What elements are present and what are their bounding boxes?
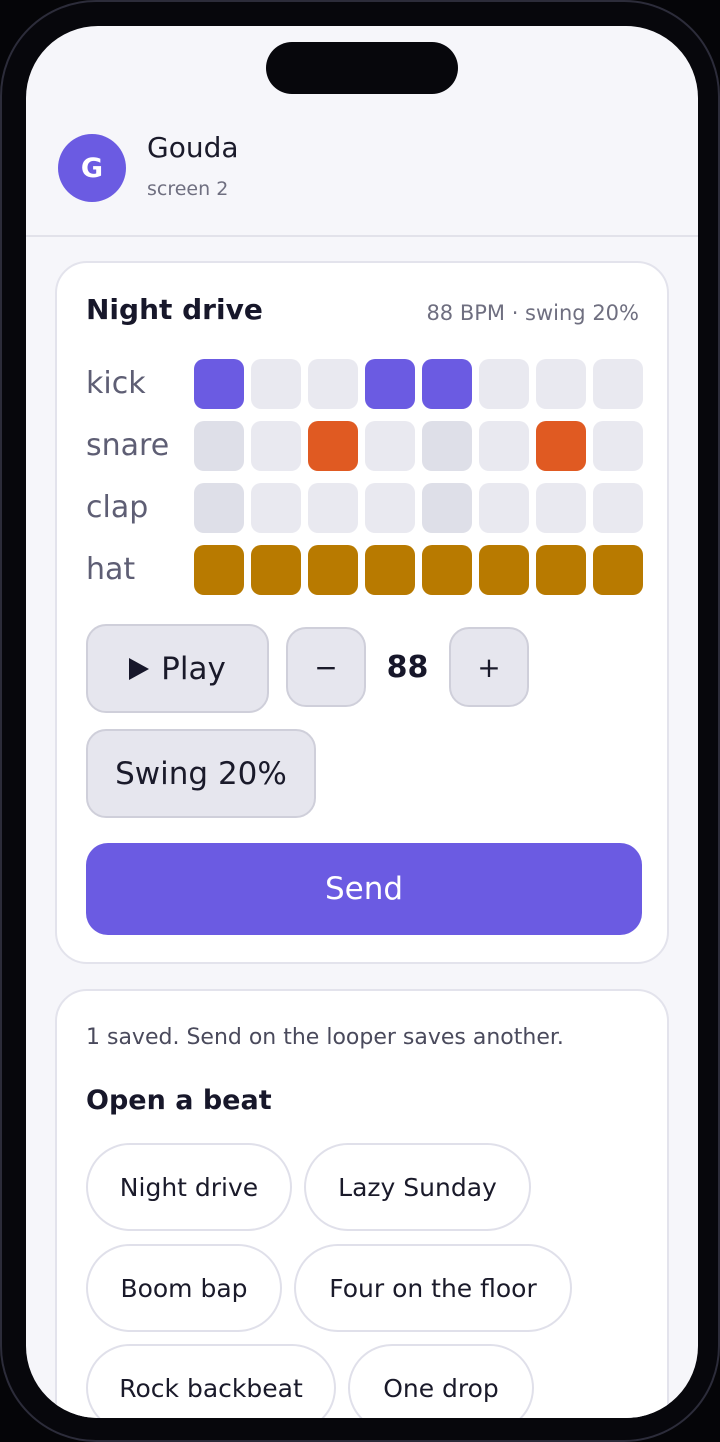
step-clap-6[interactable] bbox=[479, 483, 529, 533]
tempo-decrease-button[interactable]: − bbox=[286, 627, 366, 707]
phone-frame: G Gouda screen 2 Night drive 88 BPM · sw… bbox=[0, 0, 720, 1442]
step-kick-6[interactable] bbox=[479, 359, 529, 409]
step-kick-2[interactable] bbox=[251, 359, 301, 409]
play-icon bbox=[129, 657, 150, 680]
play-label: Play bbox=[161, 650, 226, 687]
contact-subtitle: screen 2 bbox=[147, 178, 229, 200]
track-label-clap: clap bbox=[86, 490, 149, 525]
step-snare-2[interactable] bbox=[251, 421, 301, 471]
step-clap-5[interactable] bbox=[422, 483, 472, 533]
track-label-kick: kick bbox=[86, 366, 146, 401]
beat-chip-one-drop[interactable]: One drop bbox=[348, 1344, 534, 1418]
beat-title: Night drive bbox=[86, 293, 263, 326]
send-button[interactable]: Send bbox=[86, 843, 642, 935]
beat-chip-lazy-sunday[interactable]: Lazy Sunday bbox=[304, 1143, 531, 1231]
step-hat-5[interactable] bbox=[422, 545, 472, 595]
step-hat-2[interactable] bbox=[251, 545, 301, 595]
phone-screen: G Gouda screen 2 Night drive 88 BPM · sw… bbox=[26, 26, 698, 1418]
step-kick-4[interactable] bbox=[365, 359, 415, 409]
tempo-increase-button[interactable]: + bbox=[449, 627, 529, 707]
step-snare-4[interactable] bbox=[365, 421, 415, 471]
step-kick-5[interactable] bbox=[422, 359, 472, 409]
step-snare-5[interactable] bbox=[422, 421, 472, 471]
step-snare-7[interactable] bbox=[536, 421, 586, 471]
step-snare-8[interactable] bbox=[593, 421, 643, 471]
play-button[interactable]: Play bbox=[86, 624, 269, 713]
chat-header: G Gouda screen 2 bbox=[26, 26, 698, 237]
step-kick-1[interactable] bbox=[194, 359, 244, 409]
track-label-hat: hat bbox=[86, 552, 136, 587]
step-hat-7[interactable] bbox=[536, 545, 586, 595]
step-clap-1[interactable] bbox=[194, 483, 244, 533]
looper-card: Night drive 88 BPM · swing 20% kick snar… bbox=[55, 261, 669, 964]
step-snare-3[interactable] bbox=[308, 421, 358, 471]
saved-note: 1 saved. Send on the looper saves anothe… bbox=[86, 1025, 564, 1050]
track-label-snare: snare bbox=[86, 428, 170, 463]
avatar[interactable]: G bbox=[58, 134, 126, 202]
step-snare-1[interactable] bbox=[194, 421, 244, 471]
step-hat-1[interactable] bbox=[194, 545, 244, 595]
saved-beats-card: 1 saved. Send on the looper saves anothe… bbox=[55, 989, 669, 1418]
beat-chip-four-on-the-floor[interactable]: Four on the floor bbox=[294, 1244, 572, 1332]
contact-name: Gouda bbox=[147, 131, 239, 164]
step-kick-7[interactable] bbox=[536, 359, 586, 409]
step-hat-3[interactable] bbox=[308, 545, 358, 595]
step-clap-2[interactable] bbox=[251, 483, 301, 533]
step-kick-3[interactable] bbox=[308, 359, 358, 409]
step-clap-3[interactable] bbox=[308, 483, 358, 533]
tempo-value: 88 bbox=[386, 649, 429, 685]
step-clap-4[interactable] bbox=[365, 483, 415, 533]
open-beat-title: Open a beat bbox=[86, 1085, 272, 1116]
beat-meta: 88 BPM · swing 20% bbox=[426, 301, 639, 325]
beat-chip-night-drive[interactable]: Night drive bbox=[86, 1143, 292, 1231]
beat-chip-boom-bap[interactable]: Boom bap bbox=[86, 1244, 282, 1332]
step-hat-6[interactable] bbox=[479, 545, 529, 595]
beat-chip-rock-backbeat[interactable]: Rock backbeat bbox=[86, 1344, 336, 1418]
swing-button[interactable]: Swing 20% bbox=[86, 729, 316, 818]
step-clap-7[interactable] bbox=[536, 483, 586, 533]
step-clap-8[interactable] bbox=[593, 483, 643, 533]
step-snare-6[interactable] bbox=[479, 421, 529, 471]
step-hat-8[interactable] bbox=[593, 545, 643, 595]
step-kick-8[interactable] bbox=[593, 359, 643, 409]
step-hat-4[interactable] bbox=[365, 545, 415, 595]
